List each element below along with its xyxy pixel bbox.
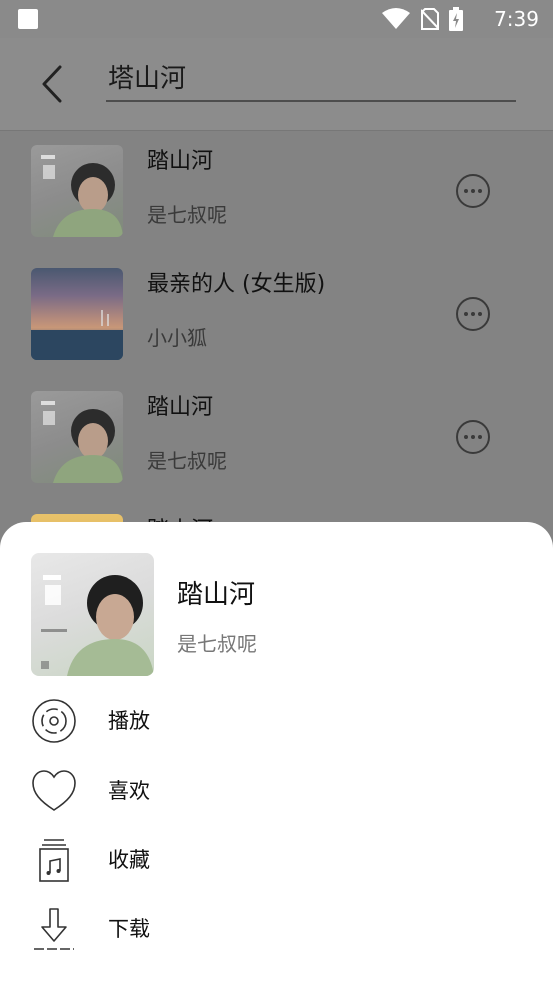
status-time: 7:39 [494,7,539,31]
action-download[interactable]: 下载 [0,898,553,960]
result-artist: 是七叔呢 [147,449,227,473]
album-cover [31,268,123,360]
no-sim-icon [421,8,439,30]
download-icon [30,905,78,953]
heart-icon [30,767,78,815]
result-title: 踏山河 [147,149,214,174]
album-cover [31,145,123,237]
notification-square-icon [18,9,38,29]
action-label: 下载 [108,917,150,941]
status-icons [381,7,463,31]
search-input[interactable]: 塔山河 [106,58,516,102]
action-label: 喜欢 [108,779,150,803]
action-like[interactable]: 喜欢 [0,760,553,822]
status-bar: 7:39 [0,0,553,38]
result-artist: 是七叔呢 [147,203,227,227]
list-item[interactable]: 踏山河 是七叔呢 [0,131,553,254]
sheet-song-title: 踏山河 [177,580,256,610]
chevron-left-icon [40,65,64,103]
search-header: 塔山河 [0,38,553,130]
back-button[interactable] [32,60,72,108]
album-cover [31,391,123,483]
disc-play-icon [30,697,78,745]
action-label: 播放 [108,709,150,733]
action-collect[interactable]: 收藏 [0,829,553,891]
sheet-song-artist: 是七叔呢 [177,632,257,656]
result-title: 最亲的人 (女生版) [147,272,326,297]
song-action-sheet: 踏山河 是七叔呢 播放 喜欢 收藏 下载 [0,522,553,983]
list-item[interactable]: 最亲的人 (女生版) 小小狐 [0,254,553,377]
wifi-icon [381,8,411,30]
search-input-value: 塔山河 [108,64,187,94]
result-title: 踏山河 [147,395,214,420]
more-horizontal-icon[interactable] [455,296,491,332]
album-cover [31,553,154,676]
result-artist: 小小狐 [147,326,207,350]
action-label: 收藏 [108,848,150,872]
battery-charging-icon [449,7,463,31]
more-horizontal-icon[interactable] [455,419,491,455]
more-horizontal-icon[interactable] [455,173,491,209]
list-item[interactable]: 踏山河 是七叔呢 [0,377,553,500]
music-collection-icon [30,836,78,884]
action-play[interactable]: 播放 [0,690,553,752]
